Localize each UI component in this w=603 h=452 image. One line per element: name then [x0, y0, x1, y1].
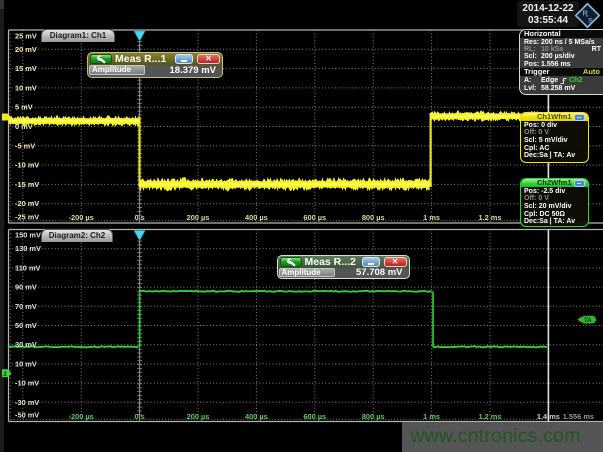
svg-text:30 mV: 30 mV: [15, 340, 37, 349]
svg-text:-5 mV: -5 mV: [15, 141, 35, 150]
svg-text:-50 mV: -50 mV: [15, 411, 39, 420]
svg-text:800 µs: 800 µs: [362, 412, 385, 421]
svg-text:1 ms: 1 ms: [423, 213, 440, 222]
svg-text:600 µs: 600 µs: [303, 213, 326, 222]
svg-text:S: S: [588, 16, 593, 25]
svg-text:10 mV: 10 mV: [15, 359, 37, 368]
svg-text:2: 2: [3, 371, 7, 378]
svg-text:-20 mV: -20 mV: [15, 199, 39, 208]
svg-text:0 s: 0 s: [134, 213, 144, 222]
svg-text:-25 mV: -25 mV: [15, 213, 39, 222]
svg-text:-10 mV: -10 mV: [15, 161, 39, 170]
svg-text:-30 mV: -30 mV: [15, 398, 39, 407]
svg-text:-10 mV: -10 mV: [15, 379, 39, 388]
svg-text:150 mV: 150 mV: [15, 231, 41, 240]
svg-text:-200 µs: -200 µs: [69, 412, 94, 421]
svg-text:25 mV: 25 mV: [15, 32, 37, 41]
svg-text:70 mV: 70 mV: [15, 302, 37, 311]
svg-text:50 mV: 50 mV: [15, 321, 37, 330]
svg-text:1.4 ms: 1.4 ms: [537, 412, 560, 421]
svg-text:TA: TA: [584, 318, 592, 324]
svg-text:0 s: 0 s: [134, 412, 144, 421]
svg-text:1.2 ms: 1.2 ms: [478, 213, 501, 222]
svg-text:-15 mV: -15 mV: [15, 180, 39, 189]
svg-text:1.556 ms: 1.556 ms: [563, 412, 594, 421]
svg-text:800 µs: 800 µs: [362, 213, 385, 222]
svg-text:200 µs: 200 µs: [187, 213, 210, 222]
svg-text:400 µs: 400 µs: [245, 213, 268, 222]
svg-text:20 mV: 20 mV: [15, 45, 37, 54]
svg-text:400 µs: 400 µs: [245, 412, 268, 421]
svg-text:-200 µs: -200 µs: [69, 213, 94, 222]
svg-text:1.2 ms: 1.2 ms: [478, 412, 501, 421]
svg-text:110 mV: 110 mV: [15, 263, 41, 272]
svg-text:1 ms: 1 ms: [423, 412, 440, 421]
svg-text:15 mV: 15 mV: [15, 64, 37, 73]
svg-text:10 mV: 10 mV: [15, 83, 37, 92]
svg-text:130 mV: 130 mV: [15, 244, 41, 253]
svg-text:600 µs: 600 µs: [303, 412, 326, 421]
svg-text:5 mV: 5 mV: [15, 103, 33, 112]
svg-text:90 mV: 90 mV: [15, 283, 37, 292]
svg-text:200 µs: 200 µs: [187, 412, 210, 421]
svg-text:0 mV: 0 mV: [15, 122, 33, 131]
